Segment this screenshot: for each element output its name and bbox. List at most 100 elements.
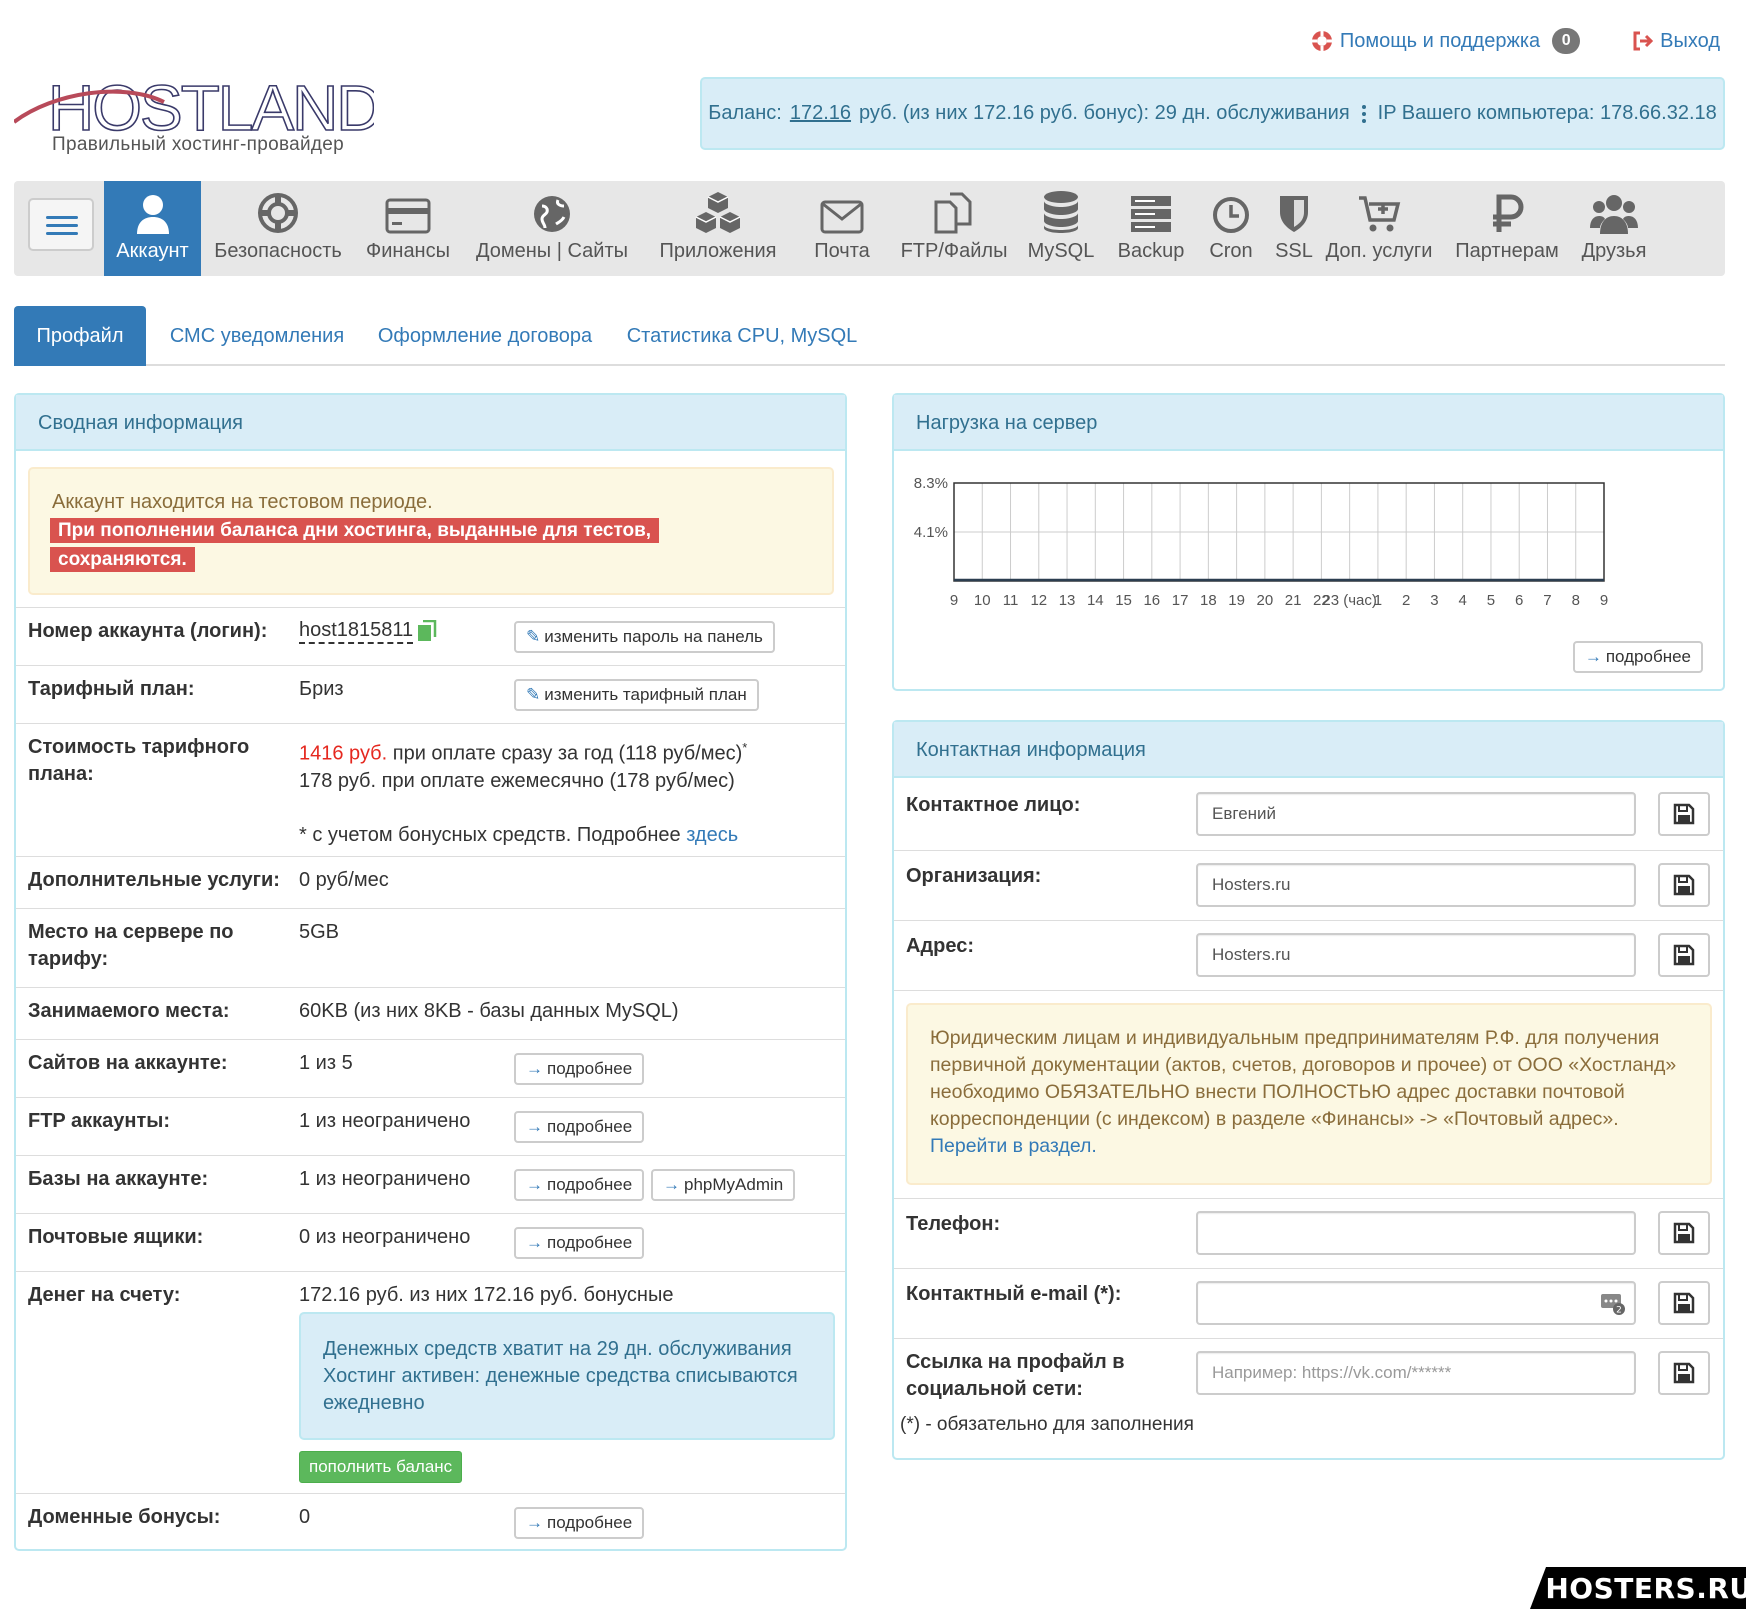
address-input[interactable]: Hosters.ru [1196,933,1636,977]
arrow-right-icon: → [1584,647,1602,666]
account-label: Номер аккаунта (логин): [28,620,268,642]
org-input[interactable]: Hosters.ru [1196,863,1636,907]
cost-year-rest: при оплате сразу за год (118 руб/мес) [392,742,743,765]
plan-value: Бриз [299,678,344,700]
nav-item-apps[interactable]: Приложения [654,181,782,276]
social-label: Ссылка на профайл в социальной сети: [906,1351,1125,1400]
org-label: Организация: [906,865,1042,887]
x-tick-label: 3 [1430,592,1438,609]
logo[interactable]: HOSTLAND Правильный хостинг-провайдер [14,72,374,164]
user-icon [136,195,169,234]
arrow-right-icon: → [526,1175,543,1194]
save-phone-button[interactable] [1658,1211,1710,1255]
mail-more-button[interactable]: → подробнее [514,1227,645,1259]
files-icon [934,192,972,234]
contact-title: Контактная информация [894,722,1723,778]
logout-link[interactable]: Выход [1632,30,1720,53]
nav-item-ftp[interactable]: FTP/Файлы [890,181,1018,276]
nav-item-friends[interactable]: Друзья [1574,181,1654,276]
server-load-chart: 8.3%4.1%9 10 11 12 13 14 15 16 17 18 19 20 21 2223 (ч… [914,475,1608,609]
email-input[interactable] [1196,1281,1636,1325]
nav-label: SSL [1275,240,1313,262]
row-email: Контактный e-mail (*): 2 [894,1268,1723,1338]
row-social: Ссылка на профайл в социальной сети: Нап… [894,1338,1723,1420]
copy-icon[interactable] [417,620,437,642]
row-phone: Телефон: [894,1198,1723,1268]
floppy-icon [1673,1292,1695,1314]
sites-more-button[interactable]: → подробнее [514,1053,645,1085]
save-social-button[interactable] [1658,1351,1710,1395]
nav-item-security[interactable]: Безопасность [210,181,346,276]
top-links: Помощь и поддержка 0 Выход [1310,28,1720,54]
autofill-icon[interactable]: 2 [1600,1293,1626,1315]
nav-item-mail[interactable]: Почта [800,181,884,276]
globe-icon [534,196,570,232]
required-note: (*) - обязательно для заполнения [900,1414,1194,1435]
nav-item-cron[interactable]: Cron [1202,181,1260,276]
phpmyadmin-button[interactable]: → phpMyAdmin [651,1169,796,1201]
save-address-button[interactable] [1658,933,1710,977]
nav-item-domains[interactable]: Домены | Сайты [469,181,635,276]
summary-panel: Сводная информация Аккаунт находится на … [14,393,847,1551]
address-label: Адрес: [906,935,974,957]
topup-button[interactable]: пополнить баланс [299,1451,463,1483]
row-plan: Тарифный план: Бриз ✎ изменить тарифный п… [16,665,845,723]
tab-profile[interactable]: Профайл [14,306,146,366]
change-plan-button[interactable]: ✎ изменить тарифный план [514,679,759,711]
nav-item-partners[interactable]: Партнерам [1452,181,1562,276]
mail-value: 0 из неограничено [299,1226,471,1248]
tab-stats[interactable]: Статистика CPU, MySQL [624,306,860,366]
db-more-button[interactable]: → подробнее [514,1169,645,1201]
help-link[interactable]: Помощь и поддержка 0 [1310,28,1581,54]
domain-bonus-more-button[interactable]: → подробнее [514,1507,645,1539]
users-icon [1590,195,1638,234]
change-password-button[interactable]: ✎ изменить пароль на панель [514,621,775,653]
nav-label: Cron [1209,240,1253,262]
social-input[interactable]: Например: https://vk.com/****** [1196,1351,1636,1395]
nav-item-ssl[interactable]: SSL [1268,181,1320,276]
contact-panel: Контактная информация Контактное лицо: Е… [892,720,1725,1460]
row-mail: Почтовые ящики: 0 из неограничено → подро… [16,1213,845,1271]
cart-plus-icon [1359,196,1401,232]
save-org-button[interactable] [1658,863,1710,907]
tab-sms[interactable]: СМС уведомления [162,306,352,366]
profile-tabs: Профайл СМС уведомления Оформление догов… [14,306,1725,366]
menu-toggle-button[interactable] [28,198,94,251]
ftp-value: 1 из неограничено [299,1110,471,1132]
ftp-more-button[interactable]: → подробнее [514,1111,645,1143]
nav-item-mysql[interactable]: MySQL [1019,181,1103,276]
sites-label: Сайтов на аккаунте: [28,1052,228,1074]
nav-item-backup[interactable]: Backup [1106,181,1196,276]
nav-label: Доп. услуги [1325,240,1433,262]
load-more-button[interactable]: → подробнее [1572,641,1703,673]
nav-label: Приложения [659,240,777,262]
floppy-icon [1673,1222,1695,1244]
row-extra: Дополнительные услуги: 0 руб/мес [16,856,845,908]
y-tick-label: 8.3% [914,475,948,492]
nav-label: FTP/Файлы [900,240,1008,262]
save-email-button[interactable] [1658,1281,1710,1325]
balance-bar: Баланс: 172.16 руб. (из них 172.16 руб. … [700,77,1725,150]
account-value: host1815811 [299,618,414,644]
phone-input[interactable] [1196,1211,1636,1255]
nav-item-extra-services[interactable]: Доп. услуги [1320,181,1438,276]
x-tick-label: 23 (час) [1322,592,1377,609]
balance-amount-link[interactable]: 172.16 [790,102,851,125]
row-notice: Юридическим лицам и индивидуальным предп… [894,990,1723,1198]
save-person-button[interactable] [1658,792,1710,836]
db-value: 1 из неограничено [299,1168,471,1190]
plan-label: Тарифный план: [28,678,195,700]
arrow-right-icon: → [526,1233,543,1252]
dots-vertical-icon[interactable] [1361,104,1366,123]
legal-notice-link[interactable]: Перейти в раздел. [930,1135,1097,1157]
nav-item-finance[interactable]: Финансы [362,181,454,276]
clock-icon [1213,197,1249,233]
floppy-icon [1673,1362,1695,1384]
tab-contract[interactable]: Оформление договора [370,306,600,366]
person-input[interactable]: Евгений [1196,792,1636,836]
nav-item-account[interactable]: Аккаунт [104,181,201,276]
cost-note: * с учетом бонусных средств. Подробнее [299,823,681,846]
watermark-text: HOSTERS.RU [1545,1571,1746,1605]
arrow-right-icon: → [526,1117,543,1136]
cost-note-link[interactable]: здесь [686,824,738,846]
